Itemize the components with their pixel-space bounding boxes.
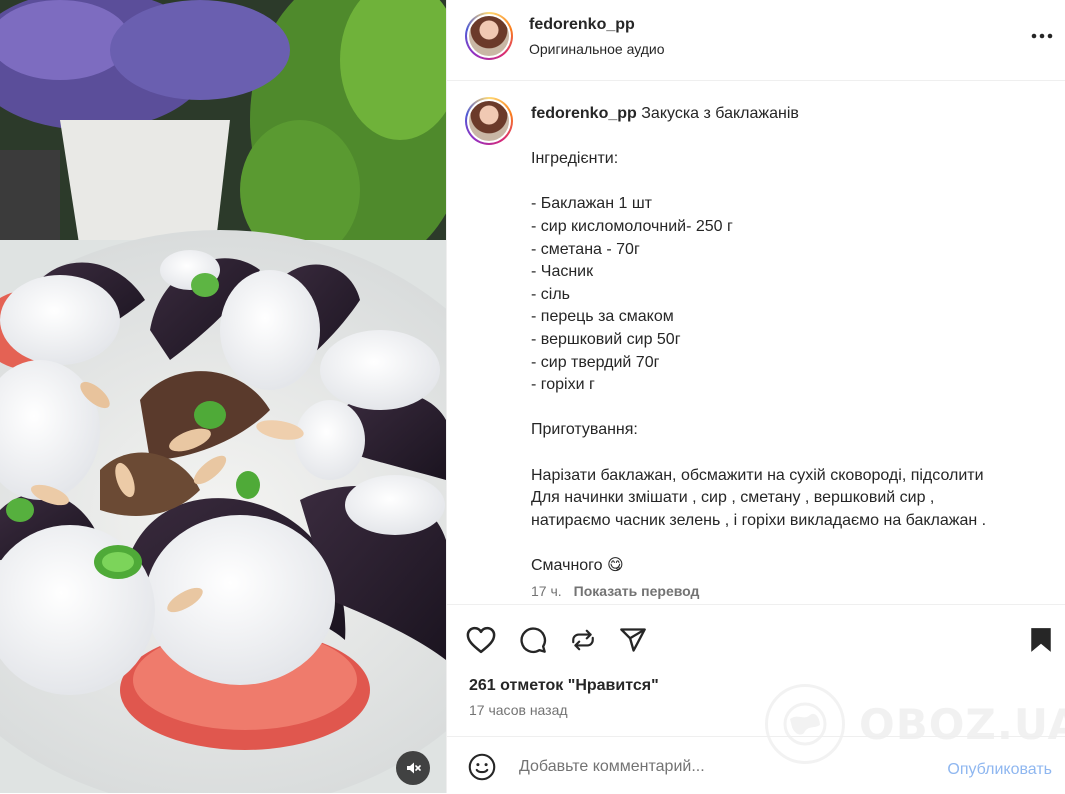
more-icon xyxy=(1031,33,1053,39)
comment-icon xyxy=(520,627,547,654)
caption-age: 17 ч. xyxy=(531,583,562,599)
mute-button[interactable] xyxy=(396,751,430,785)
caption-line: - Часник xyxy=(531,263,594,281)
caption-line xyxy=(531,442,1051,465)
more-options-button[interactable] xyxy=(1028,22,1056,50)
comment-input[interactable] xyxy=(517,754,921,780)
caption-line: Приготування: xyxy=(531,421,638,439)
caption-line: Смачного 😋 xyxy=(531,556,624,574)
caption-line xyxy=(531,532,1051,555)
comment-button[interactable] xyxy=(517,624,549,656)
mute-icon xyxy=(407,762,421,774)
caption-line: - горіхи г xyxy=(531,376,595,394)
caption-line xyxy=(531,126,1051,149)
bookmark-icon xyxy=(1031,628,1051,652)
share-button[interactable] xyxy=(617,624,649,656)
food-photo xyxy=(0,0,446,793)
caption-username[interactable]: fedorenko_pp xyxy=(531,105,637,122)
emoji-button[interactable] xyxy=(467,752,497,782)
caption-line: Нарізати баклажан, обсмажити на сухій ск… xyxy=(531,466,984,484)
caption-meta: 17 ч. Показать перевод xyxy=(531,583,699,599)
caption-line: - Баклажан 1 шт xyxy=(531,195,652,213)
caption-line: - сметана - 70г xyxy=(531,240,640,258)
caption-line: - вершковий сир 50г xyxy=(531,330,681,348)
caption-line xyxy=(531,171,1051,194)
header-username[interactable]: fedorenko_pp xyxy=(529,16,635,34)
likes-count[interactable]: 261 отметок "Нравится" xyxy=(469,677,659,695)
caption-line: Для начинки змішати , сир , сметану , ве… xyxy=(531,489,935,507)
translate-link[interactable]: Показать перевод xyxy=(574,583,700,599)
caption-body: Інгредієнти: - Баклажан 1 шт - сир кисломо… xyxy=(531,126,1051,578)
caption-line: Інгредієнти: xyxy=(531,150,619,168)
audio-label[interactable]: Оригинальное аудио xyxy=(529,41,665,57)
comment-bar: Опубликовать xyxy=(447,736,1065,794)
post-header: fedorenko_pp Оригинальное аудио xyxy=(447,0,1065,81)
caption-text: fedorenko_pp Закуска з баклажанів Інгред… xyxy=(531,103,1051,577)
caption-line: натираємо часник зелень , і горіхи викла… xyxy=(531,511,987,529)
publish-button[interactable]: Опубликовать xyxy=(947,761,1052,779)
caption-line: - сир твердий 70г xyxy=(531,353,660,371)
caption-area: fedorenko_pp Закуска з баклажанів Інгред… xyxy=(447,81,1065,605)
caption-avatar[interactable] xyxy=(465,97,513,145)
avatar[interactable] xyxy=(465,12,513,60)
caption-line: - сіль xyxy=(531,285,570,303)
caption-title: Закуска з баклажанів xyxy=(641,105,799,122)
action-bar xyxy=(447,620,1065,660)
repost-icon xyxy=(572,629,594,651)
caption-line: - сир кисломолочний- 250 г xyxy=(531,217,733,235)
caption-line: - перець за смаком xyxy=(531,308,674,326)
share-icon xyxy=(620,628,646,652)
save-button[interactable] xyxy=(1025,624,1057,656)
repost-button[interactable] xyxy=(567,624,599,656)
post-media[interactable] xyxy=(0,0,446,793)
post-panel: fedorenko_pp Оригинальное аудио fedorenk… xyxy=(446,0,1065,793)
caption-avatar-image xyxy=(469,101,509,141)
post-time[interactable]: 17 часов назад xyxy=(469,702,568,718)
caption-first-line: fedorenko_pp Закуска з баклажанів xyxy=(531,103,1051,126)
avatar-image xyxy=(469,16,509,56)
heart-icon xyxy=(466,626,496,654)
caption-line xyxy=(531,397,1051,420)
emoji-icon xyxy=(468,753,496,781)
like-button[interactable] xyxy=(465,624,497,656)
